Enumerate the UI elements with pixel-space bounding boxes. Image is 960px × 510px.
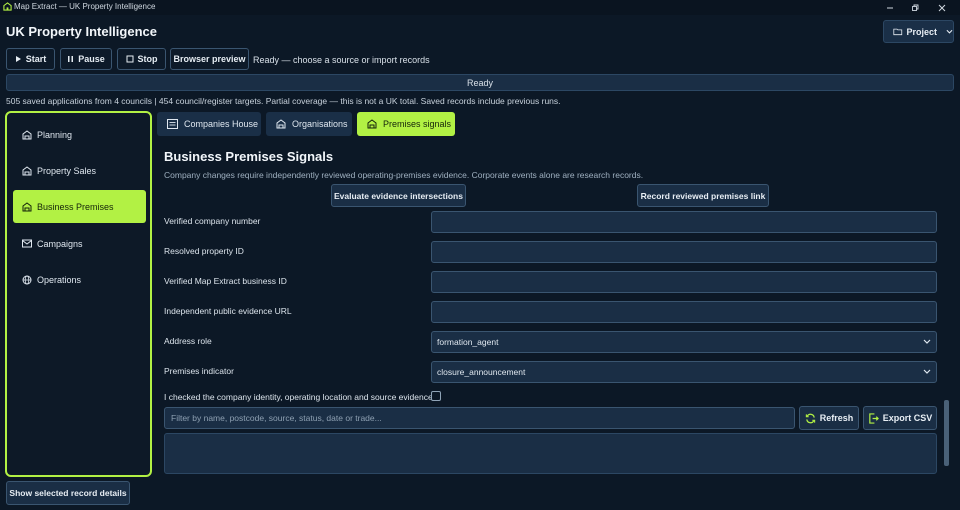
company-number-input[interactable] [431,211,937,233]
stop-icon [126,55,133,63]
sidebar-item-campaigns[interactable]: Campaigns [13,227,146,260]
building-icon [22,201,32,211]
play-icon [15,56,21,62]
filter-input[interactable]: Filter by name, postcode, source, status… [164,407,795,429]
stop-button[interactable]: Stop [117,48,166,70]
sidebar-item-label: Property Sales [37,165,97,176]
pause-icon [68,56,74,62]
address-role-select[interactable]: formation_agent [431,331,937,353]
folder-icon [893,28,903,36]
tab-label: Companies House [184,119,259,129]
toolbar-status-text: Ready — choose a source or import record… [253,55,430,65]
premises-indicator-value: closure_announcement [437,367,526,377]
project-menu-button[interactable]: Project [883,20,954,43]
tab-premises-signals[interactable]: Premises signals [357,112,455,136]
status-text: Ready [466,77,493,88]
restore-icon [912,4,919,11]
address-role-label: Address role [164,336,212,346]
globe-icon [22,275,32,284]
refresh-button[interactable]: Refresh [799,406,859,430]
premises-indicator-label: Premises indicator [164,366,234,376]
evaluate-evidence-button[interactable]: Evaluate evidence intersections [331,184,466,207]
building-icon [22,129,32,139]
building-icon [22,165,32,175]
tab-label: Organisations [292,119,348,129]
chevron-down-icon [923,339,931,344]
stop-label: Stop [137,54,158,64]
sidebar-item-label: Planning [37,129,73,140]
company-number-label: Verified company number [164,216,261,226]
building-icon [276,119,286,129]
mail-icon [22,239,32,248]
app-logo-icon [3,2,12,11]
sidebar: Planning Property Sales Business Premise… [5,111,152,477]
list-icon [167,119,178,129]
sidebar-item-planning[interactable]: Planning [13,118,146,151]
start-label: Start [25,54,47,64]
pause-label: Pause [78,54,105,64]
verification-checkbox[interactable] [431,391,441,401]
business-id-label: Verified Map Extract business ID [164,276,287,286]
tab-organisations[interactable]: Organisations [266,112,352,136]
start-button[interactable]: Start [6,48,55,70]
window-title: Map Extract — UK Property Intelligence [14,2,156,11]
section-title: Business Premises Signals [164,149,334,164]
refresh-icon [805,413,815,423]
sidebar-item-label: Campaigns [37,238,83,249]
export-icon [868,412,879,424]
evidence-url-label: Independent public evidence URL [164,306,292,316]
close-button[interactable] [932,0,952,15]
browser-preview-label: Browser preview [173,54,246,64]
sidebar-item-operations[interactable]: Operations [13,263,146,296]
progress-status-bar: Ready [6,74,954,91]
address-role-value: formation_agent [437,337,499,347]
sidebar-item-business-premises[interactable]: Business Premises [13,190,146,223]
records-table[interactable] [164,433,937,474]
minimize-button[interactable] [880,0,900,15]
premises-indicator-select[interactable]: closure_announcement [431,361,937,383]
building-icon [367,119,377,129]
property-id-label: Resolved property ID [164,246,244,256]
tab-label: Premises signals [383,119,452,129]
chevron-down-icon [923,369,931,374]
maximize-button[interactable] [905,0,925,15]
refresh-label: Refresh [819,413,854,423]
sidebar-item-label: Operations [37,274,82,285]
show-record-details-button[interactable]: Show selected record details [6,481,130,505]
sidebar-item-property-sales[interactable]: Property Sales [13,154,146,187]
pause-button[interactable]: Pause [60,48,112,70]
section-subtitle: Company changes require independently re… [164,170,644,180]
record-premises-link-button[interactable]: Record reviewed premises link [637,184,769,207]
coverage-summary: 505 saved applications from 4 councils |… [6,96,561,106]
close-icon [938,4,946,11]
chevron-down-icon [946,29,953,34]
minimize-icon [887,7,893,8]
verification-checkbox-label: I checked the company identity, operatin… [164,392,433,402]
window-titlebar: Map Extract — UK Property Intelligence [0,0,960,15]
sidebar-item-label: Business Premises [37,201,114,212]
tab-companies-house[interactable]: Companies House [157,112,261,136]
browser-preview-button[interactable]: Browser preview [170,48,249,70]
app-title: UK Property Intelligence [6,24,157,39]
export-csv-button[interactable]: Export CSV [863,406,937,430]
business-id-input[interactable] [431,271,937,293]
scrollbar-thumb[interactable] [944,400,949,466]
project-label: Project [906,26,938,37]
export-label: Export CSV [882,413,933,423]
property-id-input[interactable] [431,241,937,263]
evidence-url-input[interactable] [431,301,937,323]
